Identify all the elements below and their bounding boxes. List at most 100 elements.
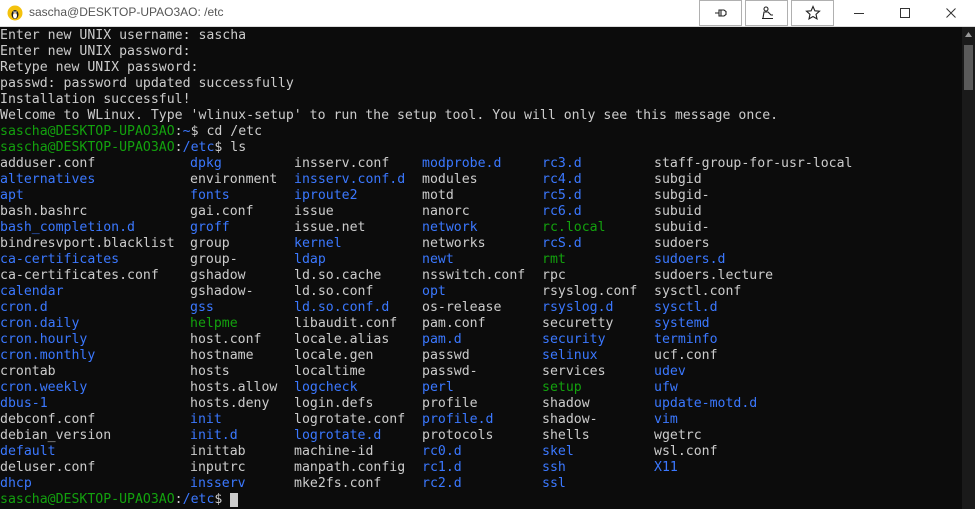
file-entry: mke2fs.conf bbox=[294, 476, 382, 491]
directory-entry: dhcp bbox=[0, 476, 32, 491]
directory-entry: gss bbox=[190, 300, 214, 315]
file-entry: ld.so.cache bbox=[294, 268, 382, 283]
file-entry: sudoers bbox=[654, 236, 710, 251]
directory-entry: network bbox=[422, 220, 478, 235]
file-entry: insserv.conf bbox=[294, 156, 390, 171]
file-entry: ca-certificates.conf bbox=[0, 268, 159, 283]
file-entry: hosts.deny bbox=[190, 396, 270, 411]
directory-entry: skel bbox=[542, 444, 574, 459]
directory-entry: ssl bbox=[542, 476, 566, 491]
output-line: Enter new UNIX username: sascha bbox=[0, 28, 247, 43]
file-entry: gshadow bbox=[190, 268, 246, 283]
file-entry: host.conf bbox=[190, 332, 262, 347]
file-entry: networks bbox=[422, 236, 486, 251]
directory-entry: init.d bbox=[190, 428, 238, 443]
file-entry: gshadow- bbox=[190, 284, 254, 299]
file-entry: deluser.conf bbox=[0, 460, 96, 475]
directory-entry: ssh bbox=[542, 460, 566, 475]
file-entry: securetty bbox=[542, 316, 614, 331]
prompt-user: sascha@DESKTOP-UPAO3AO bbox=[0, 140, 175, 155]
directory-entry: sudoers.d bbox=[654, 252, 726, 267]
file-entry: rsyslog.conf bbox=[542, 284, 638, 299]
pin-icon bbox=[714, 9, 727, 17]
close-button[interactable] bbox=[928, 0, 974, 26]
prompt-dollar: $ bbox=[190, 124, 199, 139]
output-line: passwd: password updated successfully bbox=[0, 76, 294, 91]
directory-entry: rc6.d bbox=[542, 204, 582, 219]
close-icon bbox=[946, 8, 956, 18]
directory-entry: rsyslog.d bbox=[542, 300, 614, 315]
terminal-output[interactable]: Enter new UNIX username: sascha Enter ne… bbox=[0, 27, 962, 509]
directory-entry: ca-certificates bbox=[0, 252, 120, 267]
prompt-command: cd /etc bbox=[198, 124, 263, 139]
file-entry: subgid bbox=[654, 172, 702, 187]
prompt-path: /etc bbox=[182, 492, 215, 507]
directory-entry: ufw bbox=[654, 380, 678, 395]
file-entry: crontab bbox=[0, 364, 56, 379]
directory-entry: profile.d bbox=[422, 412, 494, 427]
text-cursor bbox=[230, 493, 239, 507]
scroll-up-arrow[interactable] bbox=[962, 27, 975, 41]
output-line: Enter new UNIX password: bbox=[0, 44, 191, 59]
directory-entry: calendar bbox=[0, 284, 64, 299]
presenter-icon bbox=[761, 6, 773, 20]
directory-entry: selinux bbox=[542, 348, 598, 363]
file-entry: pam.conf bbox=[422, 316, 486, 331]
file-entry: rpc bbox=[542, 268, 566, 283]
file-entry: logrotate.conf bbox=[294, 412, 406, 427]
directory-entry: default bbox=[0, 444, 56, 459]
file-entry: shadow bbox=[542, 396, 590, 411]
file-entry: subuid bbox=[654, 204, 702, 219]
file-entry: staff-group-for-usr-local bbox=[654, 156, 853, 171]
directory-entry: insserv.conf.d bbox=[294, 172, 406, 187]
file-entry: locale.alias bbox=[294, 332, 390, 347]
prompt-user: sascha@DESKTOP-UPAO3AO bbox=[0, 124, 175, 139]
file-entry: gai.conf bbox=[190, 204, 254, 219]
prompt-separator: : bbox=[174, 140, 183, 155]
file-entry: manpath.config bbox=[294, 460, 406, 475]
executable-entry: helpme bbox=[190, 316, 238, 331]
directory-entry: cron.hourly bbox=[0, 332, 88, 347]
maximize-button[interactable] bbox=[882, 0, 928, 26]
directory-entry: rc1.d bbox=[422, 460, 462, 475]
file-entry: protocols bbox=[422, 428, 494, 443]
title-bar[interactable]: sascha@DESKTOP-UPAO3AO: /etc bbox=[0, 0, 975, 27]
active-prompt-line[interactable]: sascha@DESKTOP-UPAO3AO:/etc$ bbox=[0, 492, 239, 508]
file-entry: hostname bbox=[190, 348, 254, 363]
favorite-button[interactable] bbox=[791, 0, 834, 26]
prompt-line-ls: sascha@DESKTOP-UPAO3AO:/etc$ ls bbox=[0, 140, 246, 156]
directory-entry: perl bbox=[422, 380, 454, 395]
compact-overlay-button[interactable] bbox=[745, 0, 788, 26]
directory-entry: dpkg bbox=[190, 156, 222, 171]
vertical-scrollbar[interactable] bbox=[962, 27, 975, 509]
directory-entry: terminfo bbox=[654, 332, 718, 347]
prompt-command: ls bbox=[222, 140, 247, 155]
directory-entry: dbus-1 bbox=[0, 396, 48, 411]
file-entry: subgid- bbox=[654, 188, 710, 203]
prompt-separator: : bbox=[174, 492, 183, 507]
output-line: Installation successful! bbox=[0, 92, 191, 107]
minimize-button[interactable] bbox=[836, 0, 882, 26]
file-entry: shadow- bbox=[542, 412, 598, 427]
star-icon bbox=[804, 5, 821, 21]
executable-entry: setup bbox=[542, 380, 582, 395]
scrollbar-thumb[interactable] bbox=[964, 45, 973, 90]
directory-entry: rc3.d bbox=[542, 156, 582, 171]
directory-entry: systemd bbox=[654, 316, 710, 331]
file-entry: sysctl.conf bbox=[654, 284, 742, 299]
executable-entry: rc.local bbox=[542, 220, 606, 235]
file-entry: nsswitch.conf bbox=[422, 268, 526, 283]
directory-entry: cron.d bbox=[0, 300, 48, 315]
pin-to-taskbar-button[interactable] bbox=[699, 0, 742, 26]
file-entry: group bbox=[190, 236, 230, 251]
minimize-icon bbox=[854, 13, 864, 14]
file-entry: nanorc bbox=[422, 204, 470, 219]
directory-entry: security bbox=[542, 332, 606, 347]
file-entry: passwd bbox=[422, 348, 470, 363]
directory-entry: ldap bbox=[294, 252, 326, 267]
file-entry: debian_version bbox=[0, 428, 112, 443]
file-entry: shells bbox=[542, 428, 590, 443]
directory-entry: rc5.d bbox=[542, 188, 582, 203]
directory-entry: ld.so.conf.d bbox=[294, 300, 390, 315]
directory-entry: logcheck bbox=[294, 380, 358, 395]
